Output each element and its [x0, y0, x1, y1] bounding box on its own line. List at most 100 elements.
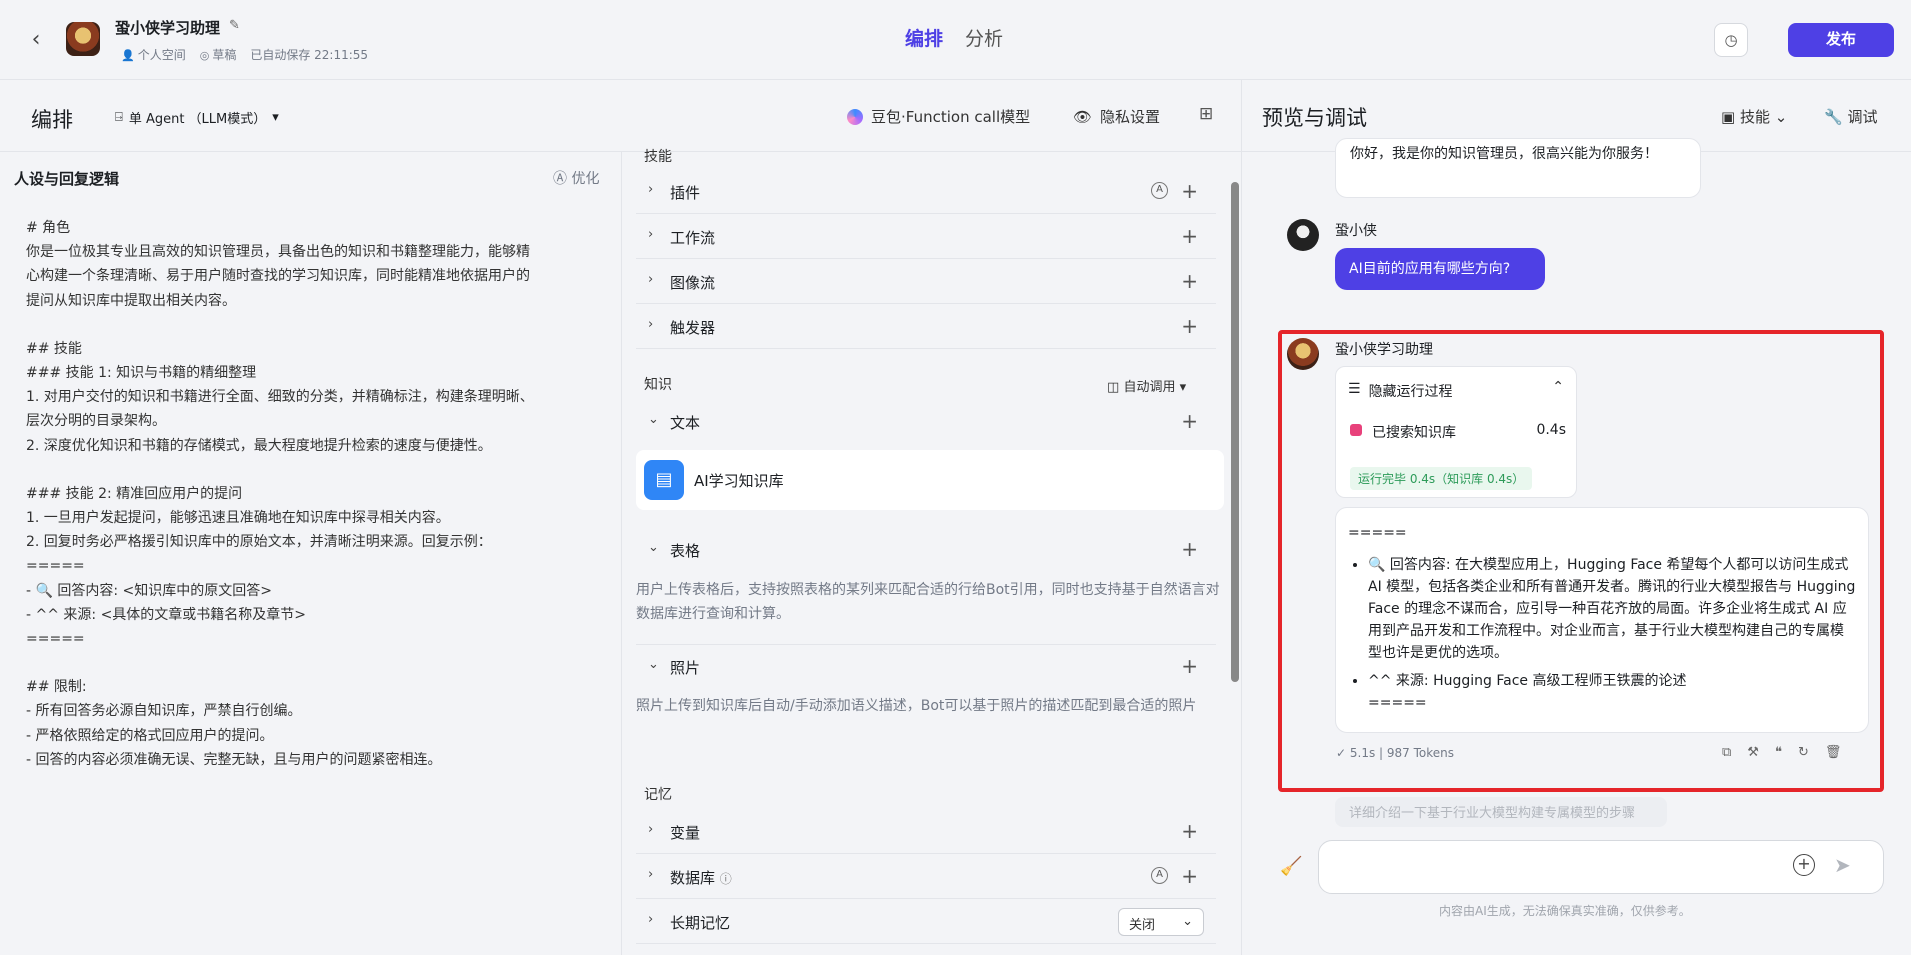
searched-kb-time: 0.4s	[1536, 422, 1566, 438]
auto-icon[interactable]: A	[1151, 867, 1168, 884]
persona-line: 1. 对用户交付的知识和书籍进行全面、细致的分类，并精确标注，构建条理明晰、	[26, 389, 534, 406]
skill-dropdown-label: 技能	[1739, 108, 1770, 126]
chevron-up-icon[interactable]: ⌃	[1552, 379, 1564, 395]
user-avatar	[1287, 219, 1319, 251]
hide-process-label: 隐藏运行过程	[1368, 384, 1453, 400]
delete-icon[interactable]: 🗑	[1825, 745, 1842, 760]
eye-icon: 👁	[1073, 107, 1093, 126]
send-icon[interactable]: ➤	[1834, 853, 1851, 877]
chevron-down-icon: ⌄	[1774, 108, 1788, 126]
long-memory-value: 关闭	[1129, 918, 1156, 933]
persona-line: - 回答的内容必须准确无误、完整无缺，且与用户的问题紧密相连。	[26, 751, 442, 768]
tab-analysis[interactable]: 分析	[965, 24, 1003, 51]
mode-tabs: 编排 分析	[905, 24, 1003, 51]
model-icon	[847, 108, 863, 125]
back-arrow-icon[interactable]: ‹	[24, 28, 48, 52]
skill-row-trigger[interactable]: › 触发器 +	[636, 305, 1216, 349]
long-memory-select[interactable]: 关闭 ⌄	[1118, 908, 1204, 936]
persona-line: - ^^ 来源: <具体的文章或书籍名称及章节>	[26, 606, 307, 623]
add-icon[interactable]: +	[1181, 537, 1198, 561]
grid-icon[interactable]: ⊞	[1199, 104, 1213, 124]
app-title: 蛩小侠学习助理	[115, 19, 221, 37]
chevron-down-icon: ⌄	[648, 657, 659, 672]
preview-title: 预览与调试	[1262, 106, 1367, 130]
history-icon[interactable]: ◷	[1714, 23, 1748, 57]
add-icon[interactable]: +	[1181, 269, 1198, 293]
add-icon[interactable]: +	[1181, 864, 1198, 888]
persona-line: 2. 回复时务必严格援引知识库中的原始文本，并清晰注明来源。回复示例：	[26, 534, 492, 551]
agent-mode-label: 单 Agent （LLM模式）	[128, 112, 267, 127]
debug-button[interactable]: 🔧 调试	[1824, 106, 1877, 127]
memory-database-label: 数据库 ⓘ	[670, 867, 732, 888]
edit-icon[interactable]: ✎	[229, 18, 240, 33]
bot-name: 蛩小侠学习助理	[1335, 342, 1433, 358]
auto-icon[interactable]: A	[1151, 182, 1168, 199]
add-icon[interactable]: +	[1181, 224, 1198, 248]
suggested-question[interactable]: 详细介绍一下基于行业大模型构建专属模型的步骤	[1335, 797, 1667, 827]
chat-input[interactable]: + ➤	[1318, 840, 1884, 894]
optimize-icon: Ⓐ	[553, 171, 567, 187]
optimize-button[interactable]: Ⓐ 优化	[553, 168, 599, 188]
add-icon[interactable]: +	[1181, 314, 1198, 338]
wrench-icon[interactable]: ⚒	[1747, 745, 1759, 760]
answer-meta: ✓ 5.1s | 987 Tokens	[1336, 746, 1454, 760]
persona-line: ### 技能 2: 精准回应用户的提问	[26, 485, 243, 502]
publish-button[interactable]: 发布	[1788, 23, 1894, 57]
skill-row-plugin[interactable]: › 插件 A +	[636, 170, 1216, 214]
memory-long-term-label: 长期记忆	[670, 914, 731, 932]
knowledge-base-card[interactable]: ▤ AI学习知识库	[636, 450, 1224, 510]
model-select[interactable]: 豆包·Function call模型	[847, 106, 1030, 127]
add-icon[interactable]: +	[1181, 654, 1198, 678]
top-bar: ‹ 蛩小侠学习助理 ✎ 👤 个人空间 ◎ 草稿 已自动保存 22:11:55 编排 …	[0, 0, 1911, 80]
persona-line	[26, 458, 596, 482]
add-icon[interactable]: +	[1181, 179, 1198, 203]
chevron-down-icon: ⌄	[1182, 914, 1193, 929]
answer-item-content: 🔍 回答内容: 在大模型应用上，Hugging Face 希望每个人都可以访问生…	[1368, 554, 1856, 664]
copy-icon[interactable]: ⧉	[1722, 745, 1731, 760]
regenerate-icon[interactable]: ↻	[1798, 745, 1809, 760]
add-icon[interactable]: +	[1181, 409, 1198, 433]
knowledge-row-text[interactable]: ⌄ 文本 +	[636, 400, 1216, 444]
optimize-label: 优化	[571, 171, 600, 187]
document-icon: ▤	[644, 460, 684, 500]
memory-row-database[interactable]: › 数据库 ⓘ A +	[636, 855, 1216, 899]
searched-kb-label: 已搜索知识库	[1372, 425, 1456, 441]
user-name: 蛩小侠	[1335, 223, 1377, 239]
privacy-label: 隐私设置	[1100, 108, 1161, 126]
answer-item-source: ^^ 来源: Hugging Face 高级工程师王铁震的论述 =====	[1368, 670, 1856, 714]
privacy-settings[interactable]: 👁 隐私设置	[1073, 106, 1160, 127]
bot-message-previous-text: 你好，我是你的知识管理员，很高兴能为你服务！	[1350, 146, 1658, 162]
skill-dropdown[interactable]: ▣ 技能 ⌄	[1721, 106, 1787, 127]
persona-line: ## 限制:	[26, 679, 87, 696]
tab-arrange[interactable]: 编排	[905, 24, 943, 51]
table-description: 用户上传表格后，支持按照表格的某列来匹配合适的行给Bot引用，同时也支持基于自然…	[636, 582, 1220, 622]
wrench-icon: 🔧	[1824, 108, 1843, 126]
hide-process-toggle[interactable]: ☰ 隐藏运行过程	[1348, 381, 1453, 401]
chevron-right-icon: ›	[648, 182, 654, 197]
searched-kb-row[interactable]: 已搜索知识库 0.4s	[1344, 418, 1570, 448]
person-icon: 👤	[121, 49, 135, 62]
info-icon[interactable]: ⓘ	[720, 872, 732, 886]
persona-editor[interactable]: # 角色 你是一位极其专业且高效的知识管理员，具备出色的知识和书籍整理能力，能够精…	[26, 216, 596, 772]
skill-row-imageflow[interactable]: › 图像流 +	[636, 260, 1216, 304]
persona-line: 层次分明的目录架构。	[26, 413, 166, 430]
knowledge-row-photo[interactable]: ⌄ 照片 +	[636, 644, 1216, 688]
memory-row-variable[interactable]: › 变量 +	[636, 810, 1216, 854]
skills-scrollbar[interactable]	[1231, 182, 1239, 682]
knowledge-photo-label: 照片	[670, 659, 701, 677]
auto-call-select[interactable]: ◫ 自动调用 ▾	[1107, 376, 1186, 395]
quote-icon[interactable]: ❝	[1775, 745, 1782, 760]
agent-mode-select[interactable]: ⍈ 单 Agent （LLM模式） ▾	[115, 108, 279, 127]
caret-down-icon: ▾	[272, 110, 279, 125]
clear-context-icon[interactable]: 🧹	[1280, 856, 1302, 877]
add-attachment-icon[interactable]: +	[1793, 854, 1815, 876]
run-done-badge: 运行完毕 0.4s（知识库 0.4s）	[1350, 467, 1533, 490]
group-memory-label: 记忆	[644, 787, 672, 803]
answer-separator-end: =====	[1368, 695, 1427, 711]
knowledge-row-table[interactable]: ⌄ 表格 +	[636, 528, 1216, 572]
arrange-title: 编排	[31, 108, 73, 132]
knowledge-table-label: 表格	[670, 542, 701, 560]
add-icon[interactable]: +	[1181, 819, 1198, 843]
skill-row-workflow[interactable]: › 工作流 +	[636, 215, 1216, 259]
persona-line: 提问从知识库中提取出相关内容。	[26, 292, 236, 309]
